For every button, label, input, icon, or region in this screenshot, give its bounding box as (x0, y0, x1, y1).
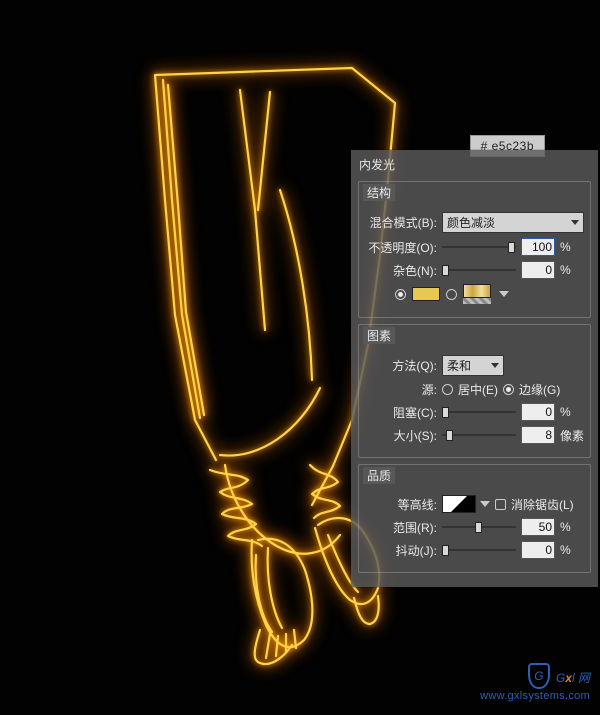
jitter-input[interactable]: 0 (521, 541, 555, 559)
method-value: 柔和 (447, 357, 471, 374)
antialias-label: 消除锯齿(L) (511, 496, 574, 513)
blend-mode-select[interactable]: 颜色减淡 (442, 212, 584, 233)
chevron-down-icon[interactable] (499, 291, 509, 297)
noise-slider[interactable] (442, 263, 516, 277)
jitter-slider[interactable] (442, 543, 516, 557)
size-slider[interactable] (442, 428, 516, 442)
method-select[interactable]: 柔和 (442, 355, 504, 376)
source-center-radio[interactable] (442, 384, 453, 395)
noise-unit: % (560, 263, 584, 277)
choke-unit: % (560, 405, 584, 419)
group-structure-legend: 结构 (363, 184, 395, 201)
noise-label: 杂色(N): (365, 262, 437, 279)
chevron-down-icon (571, 220, 579, 225)
method-label: 方法(Q): (365, 357, 437, 374)
choke-input[interactable]: 0 (521, 403, 555, 421)
glow-gradient-swatch[interactable] (463, 284, 491, 304)
group-quality-legend: 品质 (363, 467, 395, 484)
blend-mode-value: 颜色减淡 (447, 214, 495, 231)
watermark-brand: Gxl 网 (556, 666, 590, 687)
opacity-input[interactable]: 100 (521, 238, 555, 256)
range-input[interactable]: 50 (521, 518, 555, 536)
source-center-text: 居中(E) (458, 381, 498, 398)
panel-title: 内发光 (351, 154, 598, 177)
jitter-label: 抖动(J): (365, 542, 437, 559)
opacity-slider[interactable] (442, 240, 516, 254)
range-slider[interactable] (442, 520, 516, 534)
jitter-unit: % (560, 543, 584, 557)
range-label: 范围(R): (365, 519, 437, 536)
glow-color-gradient-radio[interactable] (446, 289, 457, 300)
choke-label: 阻塞(C): (365, 404, 437, 421)
size-unit: 像素 (560, 427, 584, 444)
group-elements-legend: 图素 (363, 327, 395, 344)
group-quality: 品质 等高线: 消除锯齿(L) 范围(R): 50 % 抖动(J): 0 % (358, 464, 591, 573)
chevron-down-icon (491, 363, 499, 368)
range-unit: % (560, 520, 584, 534)
opacity-label: 不透明度(O): (365, 239, 437, 256)
source-edge-radio[interactable] (503, 384, 514, 395)
watermark-url: www.gxlsystems.com (480, 690, 590, 702)
opacity-unit: % (560, 240, 584, 254)
contour-label: 等高线: (365, 496, 437, 513)
shield-icon: G (528, 663, 550, 689)
size-label: 大小(S): (365, 427, 437, 444)
chevron-down-icon[interactable] (480, 501, 490, 507)
noise-input[interactable]: 0 (521, 261, 555, 279)
layer-style-panel: 内发光 结构 混合模式(B): 颜色减淡 不透明度(O): 100 % 杂色(N… (351, 150, 598, 587)
source-edge-text: 边缘(G) (519, 381, 560, 398)
source-label: 源: (365, 381, 437, 398)
size-input[interactable]: 8 (521, 426, 555, 444)
group-elements: 图素 方法(Q): 柔和 源: 居中(E) 边缘(G) 阻塞(C): 0 % 大… (358, 324, 591, 458)
blend-mode-label: 混合模式(B): (365, 214, 437, 231)
watermark: G Gxl 网 www.gxlsystems.com (480, 663, 590, 702)
contour-picker[interactable] (442, 495, 476, 513)
glow-color-swatch[interactable] (412, 287, 440, 301)
choke-slider[interactable] (442, 405, 516, 419)
group-structure: 结构 混合模式(B): 颜色减淡 不透明度(O): 100 % 杂色(N): 0… (358, 181, 591, 318)
antialias-checkbox[interactable] (495, 499, 506, 510)
glow-color-solid-radio[interactable] (395, 289, 406, 300)
